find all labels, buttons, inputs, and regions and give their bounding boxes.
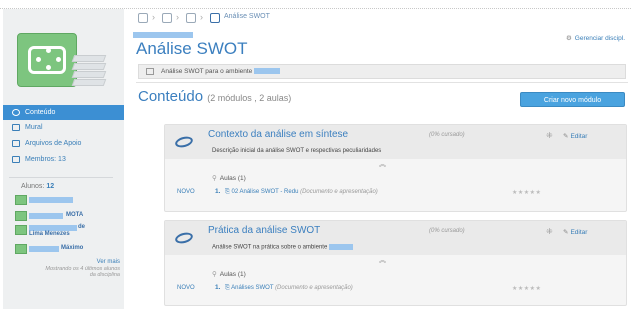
drag-handle-icon[interactable]: ⁜	[546, 227, 553, 236]
new-badge: NOVO	[177, 285, 195, 291]
module-title[interactable]: Contexto da análise em síntese	[208, 129, 348, 140]
divider	[136, 82, 628, 83]
students-count: 12	[46, 183, 55, 190]
grid-icon[interactable]	[162, 13, 172, 23]
students-panel: Alunos: 12 MOTA de Lima Menezes Máximo	[9, 177, 113, 265]
document-icon	[146, 68, 154, 75]
lessons-count: Aulas (1)	[212, 174, 246, 182]
student-item[interactable]	[15, 195, 105, 206]
top-border	[0, 0, 631, 9]
create-module-button[interactable]: Criar novo módulo	[520, 92, 625, 107]
student-item[interactable]: de Lima Menezes	[15, 224, 110, 239]
avatar	[15, 244, 27, 254]
student-item[interactable]: MOTA	[15, 211, 105, 222]
redacted-name	[29, 197, 73, 203]
sidebar-item-label: Membros: 13	[25, 156, 66, 163]
lesson-link[interactable]: ⎘ Análises SWOT (Documento e apresentaçã…	[225, 285, 353, 292]
collapse-chevron-icon[interactable]: ︽	[379, 255, 386, 265]
drag-handle-icon[interactable]: ⁜	[546, 131, 553, 140]
board-icon	[12, 124, 20, 131]
manage-discipline-link[interactable]: Gerenciar discipl.	[566, 34, 625, 42]
student-item[interactable]: Máximo	[15, 244, 105, 255]
sidebar-item-label: Mural	[25, 124, 43, 131]
new-badge: NOVO	[177, 189, 195, 195]
avatar	[15, 225, 27, 235]
see-more-link[interactable]: Ver mais	[97, 259, 120, 265]
module-progress: (0% cursado)	[429, 132, 465, 138]
redacted-name	[29, 246, 59, 252]
collapse-chevron-icon[interactable]: ︽	[379, 159, 386, 169]
sidebar-item-conteudo[interactable]: Conteúdo	[3, 105, 124, 120]
lesson-link[interactable]: ⎘ 02 Análise SWOT - Redu (Documento e ap…	[225, 189, 378, 196]
branch-icon[interactable]	[186, 13, 196, 23]
sidebar-item-label: Arquivos de Apoio	[25, 140, 82, 147]
sidebar-item-label: Conteúdo	[25, 109, 56, 116]
module-card: Prática da análise SWOT (0% cursado) ⁜ E…	[164, 220, 627, 306]
members-icon	[12, 156, 20, 163]
lesson-type: (Documento e apresentação)	[275, 285, 353, 291]
books-icon	[71, 55, 107, 87]
chain-link-icon	[12, 109, 20, 116]
see-more-caption: Mostrando os 4 últimos alunos da discipl…	[45, 266, 120, 278]
lesson-row[interactable]: NOVO 1. ⎘ 02 Análise SWOT - Redu (Docume…	[165, 187, 626, 199]
module-card: Contexto da análise em síntese (0% cursa…	[164, 124, 627, 212]
content-heading: Conteúdo (2 módulos , 2 aulas)	[138, 88, 291, 105]
rating-stars[interactable]: ★★★★★	[512, 189, 541, 196]
sidebar-item-membros[interactable]: Membros: 13	[3, 152, 124, 167]
course-icon[interactable]	[210, 13, 220, 23]
student-name: Máximo	[61, 245, 84, 251]
chevron-right-icon: ›	[176, 12, 179, 22]
module-description: Análise SWOT na prática sobre o ambiente	[212, 244, 354, 251]
lesson-row[interactable]: NOVO 1. ⎘ Análises SWOT (Documento e apr…	[165, 283, 626, 295]
student-name: MOTA	[66, 212, 84, 218]
sidebar-item-mural[interactable]: Mural	[3, 120, 124, 135]
files-icon	[12, 140, 20, 147]
students-heading[interactable]: Alunos: 12	[21, 183, 54, 190]
student-name-suffix: de	[78, 224, 86, 230]
chevron-right-icon: ›	[200, 12, 203, 22]
document-icon: ⎘	[225, 189, 230, 195]
student-name: Lima Menezes	[29, 231, 70, 237]
chevron-right-icon: ›	[152, 12, 155, 22]
subtitle-text: Análise SWOT para o ambiente	[161, 68, 253, 75]
avatar	[15, 211, 27, 221]
lessons-count: Aulas (1)	[212, 270, 246, 278]
module-progress: (0% cursado)	[429, 228, 465, 234]
redacted-name	[29, 213, 63, 219]
sidebar-item-arquivos[interactable]: Arquivos de Apoio	[3, 136, 124, 151]
rating-stars[interactable]: ★★★★★	[512, 285, 541, 292]
home-icon[interactable]	[138, 13, 148, 23]
environment-subtitle: Análise SWOT para o ambiente	[138, 64, 626, 79]
page-title: Análise SWOT	[136, 39, 248, 58]
module-title[interactable]: Prática da análise SWOT	[208, 225, 320, 236]
module-description: Descrição inicial da análise SWOT e resp…	[212, 148, 382, 154]
content-title: Conteúdo	[138, 88, 204, 105]
app-logo-icon[interactable]	[17, 33, 77, 87]
content-summary: (2 módulos , 2 aulas)	[207, 93, 292, 103]
edit-module-button[interactable]: Editar	[563, 228, 587, 236]
avatar	[15, 195, 27, 205]
lesson-number: 1.	[215, 188, 221, 195]
document-icon: ⎘	[225, 285, 230, 291]
redacted-environment[interactable]	[254, 68, 281, 75]
sidebar: Conteúdo Mural Arquivos de Apoio Membros…	[3, 9, 124, 309]
lesson-type: (Documento e apresentação)	[300, 189, 378, 195]
lesson-number: 1.	[215, 284, 221, 291]
edit-module-button[interactable]: Editar	[563, 132, 587, 140]
redacted-environment[interactable]	[329, 244, 354, 250]
redacted-tag	[133, 32, 193, 38]
breadcrumb-current[interactable]: Análise SWOT	[224, 13, 270, 20]
